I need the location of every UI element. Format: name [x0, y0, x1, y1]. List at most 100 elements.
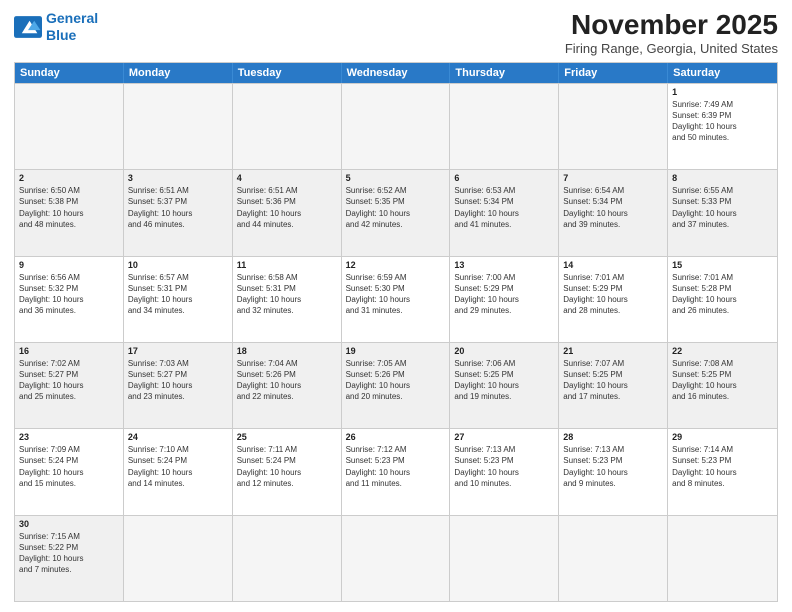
day-info: Sunrise: 7:00 AM Sunset: 5:29 PM Dayligh… — [454, 272, 554, 317]
day-info: Sunrise: 7:14 AM Sunset: 5:23 PM Dayligh… — [672, 444, 773, 489]
logo-blue: Blue — [46, 27, 76, 43]
day-info: Sunrise: 7:08 AM Sunset: 5:25 PM Dayligh… — [672, 358, 773, 403]
day-number: 15 — [672, 260, 773, 270]
calendar-cell: 18Sunrise: 7:04 AM Sunset: 5:26 PM Dayli… — [233, 343, 342, 428]
day-info: Sunrise: 7:09 AM Sunset: 5:24 PM Dayligh… — [19, 444, 119, 489]
calendar-cell: 1 Sunrise: 7:49 AM Sunset: 6:39 PM Daylig… — [668, 84, 777, 169]
day-number: 19 — [346, 346, 446, 356]
calendar-week-3: 16 Sunrise: 7:02 AM Sunset: 5:27 PM Dayli… — [15, 342, 777, 428]
calendar-cell: 17Sunrise: 7:03 AM Sunset: 5:27 PM Dayli… — [124, 343, 233, 428]
day-info: Sunrise: 7:07 AM Sunset: 5:25 PM Dayligh… — [563, 358, 663, 403]
calendar-cell: 19 Sunrise: 7:05 AM Sunset: 5:26 PM Dayli… — [342, 343, 451, 428]
day-number: 14 — [563, 260, 663, 270]
calendar-cell: 6Sunrise: 6:53 AM Sunset: 5:34 PM Daylig… — [450, 170, 559, 255]
calendar-cell — [450, 84, 559, 169]
calendar-cell: 25 Sunrise: 7:11 AM Sunset: 5:24 PM Dayli… — [233, 429, 342, 514]
calendar-cell: 27Sunrise: 7:13 AM Sunset: 5:23 PM Dayli… — [450, 429, 559, 514]
header-day-wednesday: Wednesday — [342, 63, 451, 83]
day-number: 1 — [672, 87, 773, 97]
day-info: Sunrise: 7:01 AM Sunset: 5:28 PM Dayligh… — [672, 272, 773, 317]
day-info: Sunrise: 7:12 AM Sunset: 5:23 PM Dayligh… — [346, 444, 446, 489]
day-info: Sunrise: 6:56 AM Sunset: 5:32 PM Dayligh… — [19, 272, 119, 317]
day-number: 6 — [454, 173, 554, 183]
day-info: Sunrise: 6:51 AM Sunset: 5:37 PM Dayligh… — [128, 185, 228, 230]
day-number: 24 — [128, 432, 228, 442]
calendar-cell: 15 Sunrise: 7:01 AM Sunset: 5:28 PM Dayli… — [668, 257, 777, 342]
calendar-cell — [668, 516, 777, 601]
calendar-cell: 9Sunrise: 6:56 AM Sunset: 5:32 PM Daylig… — [15, 257, 124, 342]
calendar-cell — [342, 84, 451, 169]
calendar-cell — [342, 516, 451, 601]
day-number: 30 — [19, 519, 119, 529]
day-number: 3 — [128, 173, 228, 183]
day-number: 27 — [454, 432, 554, 442]
title-block: November 2025 Firing Range, Georgia, Uni… — [565, 10, 778, 56]
calendar-week-4: 23 Sunrise: 7:09 AM Sunset: 5:24 PM Dayli… — [15, 428, 777, 514]
day-info: Sunrise: 7:10 AM Sunset: 5:24 PM Dayligh… — [128, 444, 228, 489]
calendar-cell — [233, 84, 342, 169]
day-info: Sunrise: 7:11 AM Sunset: 5:24 PM Dayligh… — [237, 444, 337, 489]
day-info: Sunrise: 6:55 AM Sunset: 5:33 PM Dayligh… — [672, 185, 773, 230]
day-info: Sunrise: 7:05 AM Sunset: 5:26 PM Dayligh… — [346, 358, 446, 403]
day-number: 22 — [672, 346, 773, 356]
day-info: Sunrise: 7:03 AM Sunset: 5:27 PM Dayligh… — [128, 358, 228, 403]
calendar-body: 1 Sunrise: 7:49 AM Sunset: 6:39 PM Daylig… — [15, 83, 777, 601]
calendar-cell — [559, 516, 668, 601]
calendar-cell: 26 Sunrise: 7:12 AM Sunset: 5:23 PM Dayli… — [342, 429, 451, 514]
day-number: 7 — [563, 173, 663, 183]
calendar-cell: 16 Sunrise: 7:02 AM Sunset: 5:27 PM Dayli… — [15, 343, 124, 428]
calendar-cell: 21 Sunrise: 7:07 AM Sunset: 5:25 PM Dayli… — [559, 343, 668, 428]
calendar-cell: 3 Sunrise: 6:51 AM Sunset: 5:37 PM Daylig… — [124, 170, 233, 255]
calendar-cell: 5Sunrise: 6:52 AM Sunset: 5:35 PM Daylig… — [342, 170, 451, 255]
day-info: Sunrise: 6:52 AM Sunset: 5:35 PM Dayligh… — [346, 185, 446, 230]
calendar-week-1: 2 Sunrise: 6:50 AM Sunset: 5:38 PM Daylig… — [15, 169, 777, 255]
calendar-cell: 30 Sunrise: 7:15 AM Sunset: 5:22 PM Dayli… — [15, 516, 124, 601]
day-info: Sunrise: 6:57 AM Sunset: 5:31 PM Dayligh… — [128, 272, 228, 317]
calendar-cell — [559, 84, 668, 169]
day-number: 29 — [672, 432, 773, 442]
calendar-cell — [450, 516, 559, 601]
day-number: 2 — [19, 173, 119, 183]
day-number: 4 — [237, 173, 337, 183]
day-info: Sunrise: 6:54 AM Sunset: 5:34 PM Dayligh… — [563, 185, 663, 230]
day-number: 26 — [346, 432, 446, 442]
day-info: Sunrise: 6:59 AM Sunset: 5:30 PM Dayligh… — [346, 272, 446, 317]
day-number: 23 — [19, 432, 119, 442]
day-number: 16 — [19, 346, 119, 356]
day-number: 25 — [237, 432, 337, 442]
calendar: SundayMondayTuesdayWednesdayThursdayFrid… — [14, 62, 778, 602]
calendar-cell — [15, 84, 124, 169]
day-info: Sunrise: 7:04 AM Sunset: 5:26 PM Dayligh… — [237, 358, 337, 403]
day-info: Sunrise: 7:01 AM Sunset: 5:29 PM Dayligh… — [563, 272, 663, 317]
day-info: Sunrise: 6:50 AM Sunset: 5:38 PM Dayligh… — [19, 185, 119, 230]
day-number: 12 — [346, 260, 446, 270]
calendar-cell — [124, 516, 233, 601]
day-number: 21 — [563, 346, 663, 356]
header-day-monday: Monday — [124, 63, 233, 83]
logo: General Blue — [14, 10, 98, 44]
day-info: Sunrise: 7:02 AM Sunset: 5:27 PM Dayligh… — [19, 358, 119, 403]
header-day-sunday: Sunday — [15, 63, 124, 83]
calendar-cell: 24 Sunrise: 7:10 AM Sunset: 5:24 PM Dayli… — [124, 429, 233, 514]
calendar-cell: 8Sunrise: 6:55 AM Sunset: 5:33 PM Daylig… — [668, 170, 777, 255]
header-day-saturday: Saturday — [668, 63, 777, 83]
subtitle: Firing Range, Georgia, United States — [565, 41, 778, 56]
calendar-cell: 13 Sunrise: 7:00 AM Sunset: 5:29 PM Dayli… — [450, 257, 559, 342]
day-info: Sunrise: 6:58 AM Sunset: 5:31 PM Dayligh… — [237, 272, 337, 317]
calendar-cell: 4Sunrise: 6:51 AM Sunset: 5:36 PM Daylig… — [233, 170, 342, 255]
calendar-header: SundayMondayTuesdayWednesdayThursdayFrid… — [15, 63, 777, 83]
main-title: November 2025 — [565, 10, 778, 41]
calendar-cell: 14 Sunrise: 7:01 AM Sunset: 5:29 PM Dayli… — [559, 257, 668, 342]
header-day-friday: Friday — [559, 63, 668, 83]
day-number: 13 — [454, 260, 554, 270]
calendar-cell: 12 Sunrise: 6:59 AM Sunset: 5:30 PM Dayli… — [342, 257, 451, 342]
day-info: Sunrise: 7:06 AM Sunset: 5:25 PM Dayligh… — [454, 358, 554, 403]
day-number: 10 — [128, 260, 228, 270]
header: General Blue November 2025 Firing Range,… — [14, 10, 778, 56]
logo-general: General — [46, 10, 98, 26]
calendar-cell: 11Sunrise: 6:58 AM Sunset: 5:31 PM Dayli… — [233, 257, 342, 342]
header-day-tuesday: Tuesday — [233, 63, 342, 83]
calendar-cell — [233, 516, 342, 601]
day-info: Sunrise: 7:15 AM Sunset: 5:22 PM Dayligh… — [19, 531, 119, 576]
day-info: Sunrise: 7:49 AM Sunset: 6:39 PM Dayligh… — [672, 99, 773, 144]
